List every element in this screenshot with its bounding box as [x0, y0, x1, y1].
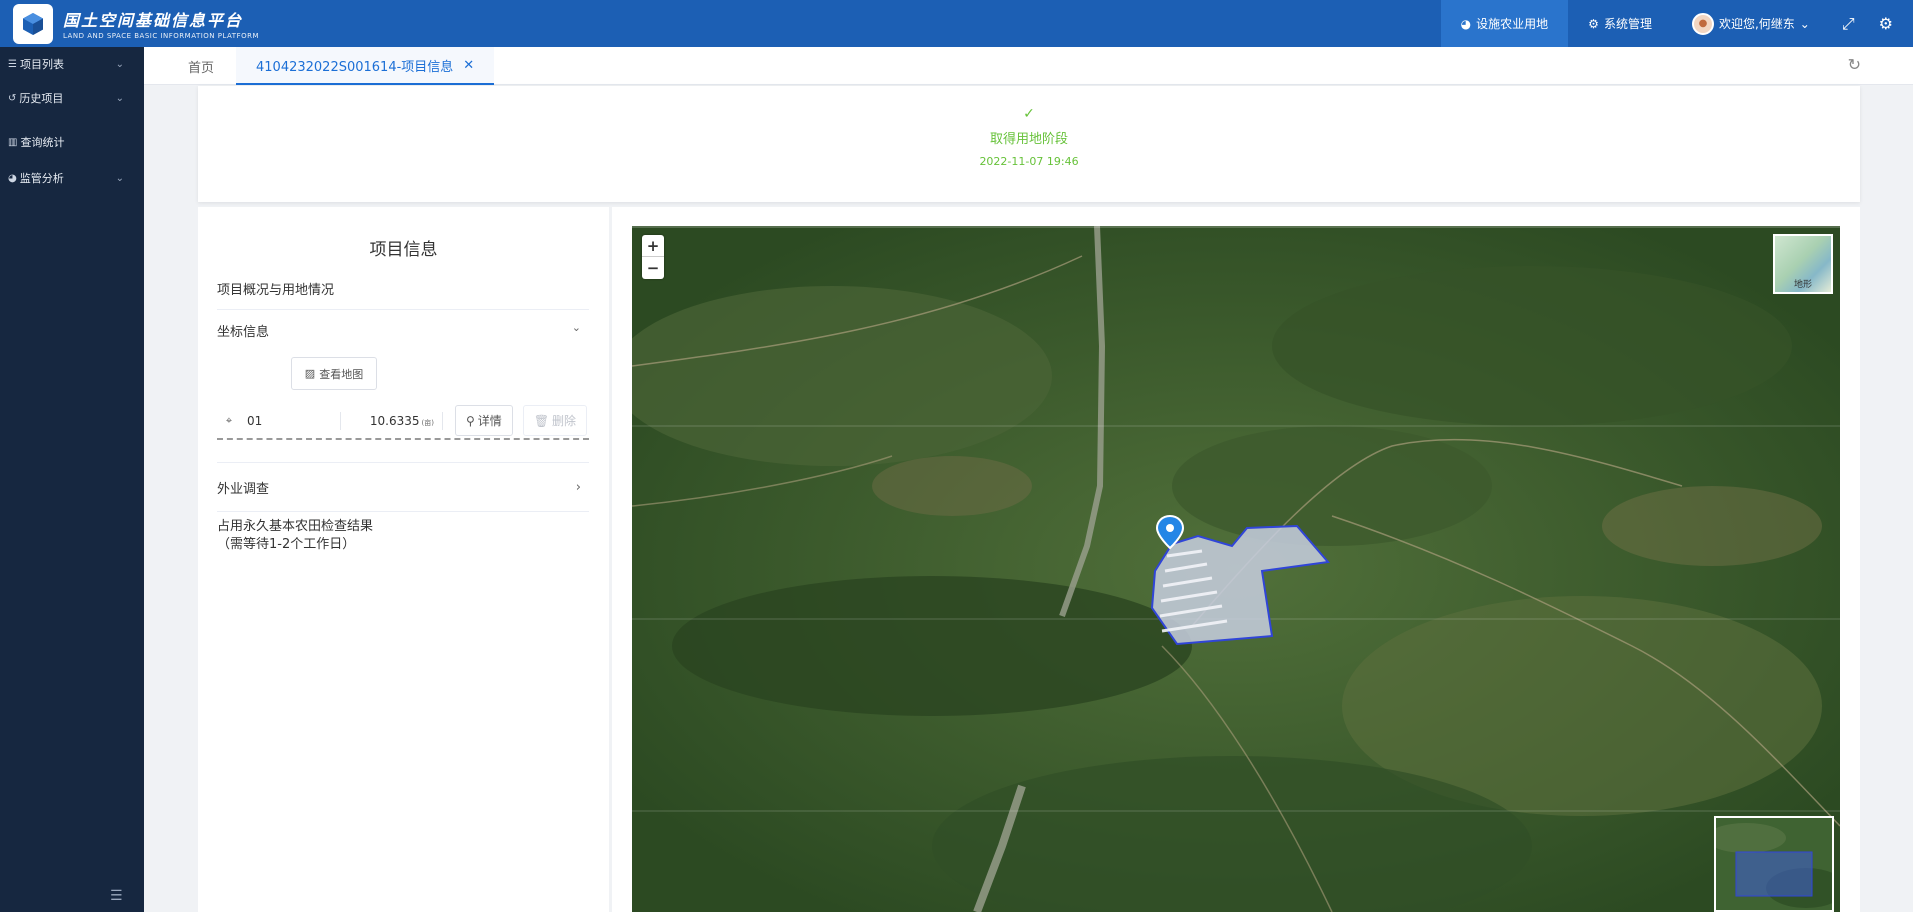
layer-switch-button[interactable]: 地形 — [1773, 234, 1833, 294]
stage-label: 取得用地阶段 — [989, 132, 1068, 147]
farmland-check-section: 占用永久基本农田检查结果 （需等待1-2个工作日） — [217, 518, 589, 554]
settings-button[interactable]: ⚙ — [1867, 0, 1913, 47]
zoom-control: + − — [642, 235, 664, 279]
field-survey-label: 外业调查 — [217, 481, 270, 497]
pie-icon: ◕ — [1460, 16, 1472, 31]
top-header: 国土空间基础信息平台 LAND AND SPACE BASIC INFORMAT… — [0, 0, 1913, 47]
sidebar: ☰ 项目列表 ⌄ ↺ 历史项目 ⌄ ▥ 查询统计 ◕ 监管分析 ⌄ ☰ — [0, 47, 144, 912]
project-info-panel: 项目信息 项目概况与用地情况 坐标信息 ⌄ ▨ 查看地图 ⌖ 01 10.633… — [198, 207, 609, 912]
fullscreen-button[interactable]: ⤢ — [1830, 0, 1867, 47]
history-icon: ↺ — [8, 92, 17, 104]
coord-row: ⌖ 01 10.6335 (亩) ⚲ 详情 🗑 删除 — [217, 403, 589, 440]
sidebar-item-label: 历史项目 — [19, 92, 64, 105]
detail-label: 详情 — [477, 414, 502, 428]
zoom-in-button[interactable]: + — [642, 235, 664, 257]
platform-title: 国土空间基础信息平台 LAND AND SPACE BASIC INFORMAT… — [63, 7, 259, 40]
sidebar-item-statistics[interactable]: ▥ 查询统计 — [0, 125, 144, 159]
stage-time: 2022-11-07 19:46 — [979, 155, 1079, 168]
sidebar-item-supervision[interactable]: ◕ 监管分析 ⌄ — [0, 161, 144, 195]
tab-label: 4104232022S001614-项目信息 — [256, 59, 454, 75]
sidebar-item-label: 监管分析 — [19, 172, 64, 185]
list-icon: ☰ — [8, 58, 17, 70]
nav-label: 设施农业用地 — [1476, 17, 1549, 31]
sidebar-item-history[interactable]: ↺ 历史项目 ⌄ — [0, 81, 144, 115]
close-icon[interactable]: ✕ — [463, 58, 474, 73]
area-value: 10.6335 — [369, 413, 420, 428]
stage-status-card: ✓ 取得用地阶段 2022-11-07 19:46 — [198, 86, 1860, 202]
gears-icon: ⚙ — [1588, 16, 1599, 31]
overview-section[interactable]: 项目概况与用地情况 — [217, 279, 589, 310]
logo-icon — [13, 3, 53, 44]
farmland-note: （需等待1-2个工作日） — [217, 537, 356, 552]
zoom-out-button[interactable]: − — [642, 257, 664, 279]
sidebar-item-project-list[interactable]: ☰ 项目列表 ⌄ — [0, 47, 144, 81]
overview-imagery — [1716, 818, 1832, 910]
avatar: ● — [1691, 12, 1714, 35]
map-imagery — [632, 226, 1840, 912]
chart-icon: ▥ — [8, 136, 18, 148]
tab-project-info[interactable]: 4104232022S001614-项目信息 ✕ — [236, 47, 495, 85]
user-menu[interactable]: ● 欢迎您,何继东 ⌄ — [1672, 0, 1830, 47]
nav-facility-farmland[interactable]: ◕ 设施农业用地 — [1440, 0, 1569, 47]
coord-section-header[interactable]: 坐标信息 ⌄ — [217, 321, 589, 340]
chevron-down-icon: ⌄ — [115, 92, 124, 104]
map-icon: ▨ — [304, 367, 316, 380]
check-icon: ✓ — [1023, 106, 1035, 122]
platform-title-en: LAND AND SPACE BASIC INFORMATION PLATFOR… — [63, 32, 260, 40]
area-unit: (亩) — [421, 418, 434, 427]
panel-title: 项目信息 — [369, 240, 438, 260]
trash-icon: 🗑 — [533, 413, 550, 428]
view-map-label: 查看地图 — [319, 367, 364, 381]
menu-fold-icon: ☰ — [110, 888, 123, 904]
platform-title-cn: 国土空间基础信息平台 — [63, 11, 244, 30]
overview-map[interactable] — [1714, 816, 1834, 912]
nav-label: 系统管理 — [1603, 17, 1652, 31]
chevron-down-icon: ⌄ — [115, 172, 124, 184]
collapse-sidebar-button[interactable]: ☰ — [110, 888, 123, 904]
search-icon: ⚲ — [466, 413, 475, 428]
pie-icon: ◕ — [8, 172, 17, 184]
coord-section-label: 坐标信息 — [217, 325, 270, 340]
nav-system-management[interactable]: ⚙ 系统管理 — [1568, 0, 1672, 47]
gear-icon: ⚙ — [1878, 14, 1893, 33]
top-nav: ◕ 设施农业用地 ⚙ 系统管理 ● 欢迎您,何继东 ⌄ ⤢ ⚙ — [1440, 0, 1913, 47]
chevron-down-icon: ⌄ — [1799, 16, 1810, 31]
delete-label: 删除 — [552, 414, 577, 428]
chevron-down-icon: ⌄ — [571, 321, 581, 334]
chevron-down-icon: ⌄ — [115, 58, 124, 70]
refresh-button[interactable]: ↻ — [1848, 55, 1861, 74]
view-map-button[interactable]: ▨ 查看地图 — [291, 357, 377, 390]
field-survey-section[interactable]: 外业调查 › — [217, 462, 589, 512]
sidebar-item-label: 查询统计 — [20, 136, 65, 149]
farmland-title: 占用永久基本农田检查结果 — [217, 519, 374, 534]
chevron-right-icon: › — [575, 479, 581, 495]
satellite-map[interactable] — [632, 226, 1840, 912]
expand-icon: ⤢ — [1841, 13, 1855, 33]
delete-button[interactable]: 🗑 删除 — [522, 405, 588, 436]
location-icon: ⌖ — [225, 413, 233, 427]
sidebar-item-label: 项目列表 — [19, 58, 64, 71]
detail-button[interactable]: ⚲ 详情 — [455, 405, 513, 436]
layer-label: 地形 — [1793, 280, 1812, 290]
welcome-text: 欢迎您,何继东 — [1718, 17, 1795, 31]
coord-area: 10.6335 (亩) — [341, 411, 443, 430]
refresh-icon: ↻ — [1847, 55, 1861, 74]
tabs-bar: 首页 4104232022S001614-项目信息 ✕ ↻ — [144, 47, 1913, 85]
tab-home[interactable]: 首页 — [188, 47, 214, 85]
coord-number: 01 — [241, 411, 341, 430]
